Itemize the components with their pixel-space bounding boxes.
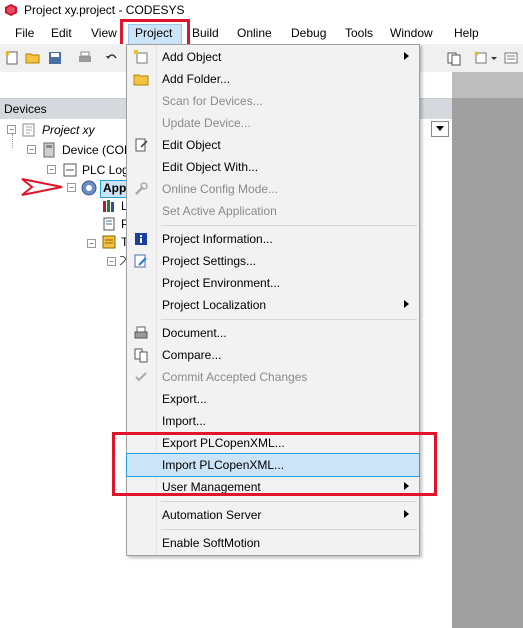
tree-collapse-task[interactable]: − [107,257,116,266]
copy-object-icon[interactable] [446,50,462,66]
menu-item-label: Automation Server [162,508,262,522]
printer-icon [134,326,148,339]
menu-build[interactable]: Build [192,26,219,40]
add-object-icon [133,49,148,64]
submenu-arrow-icon [404,300,409,308]
menu-item-label: Project Localization [162,298,267,312]
menu-item-label: Compare... [162,348,222,362]
menu-item-label: Project Settings... [162,254,257,268]
menu-item-scan-for-devices[interactable]: Scan for Devices... [127,90,419,112]
tree-line [12,134,13,148]
menu-help[interactable]: Help [454,26,479,40]
menu-item-project-information[interactable]: Project Information... [127,228,419,250]
device-icon [43,142,55,158]
menu-view[interactable]: View [91,26,117,40]
menu-item-add-folder[interactable]: Add Folder... [127,68,419,90]
plcopenxml-highlight-box [112,432,437,496]
menu-separator [161,501,417,502]
tree-collapse-project[interactable]: − [7,125,16,134]
info-icon [135,233,147,245]
tree-item-application[interactable]: App [103,181,126,195]
menu-item-project-environment[interactable]: Project Environment... [127,272,419,294]
edit-object-icon [135,138,148,152]
menu-debug[interactable]: Debug [291,26,326,40]
panel-dropdown-button[interactable] [431,121,449,137]
add-object-dropdown-icon[interactable] [473,50,489,66]
pointer-arrow-icon [21,178,63,196]
menu-item-label: Add Object [162,50,222,64]
menu-item-label: Edit Object [162,138,221,152]
editor-tab-strip [452,72,523,98]
menu-item-label: Import... [162,414,207,428]
menu-item-automation-server[interactable]: Automation Server [127,504,419,526]
menu-separator [161,319,417,320]
menu-item-edit-object-with[interactable]: Edit Object With... [127,156,419,178]
save-icon[interactable] [47,50,63,66]
tree-collapse-application[interactable]: − [67,183,76,192]
submenu-arrow-icon [404,510,409,518]
menu-item-label: Scan for Devices... [162,94,263,108]
menu-item-label: Commit Accepted Changes [162,370,308,384]
menu-item-export[interactable]: Export... [127,388,419,410]
menu-bar: File Edit View Project Build Online Debu… [0,22,523,44]
menu-item-project-settings[interactable]: Project Settings... [127,250,419,272]
tree-collapse-plc-logic[interactable]: − [47,165,56,174]
application-gear-icon [81,180,97,196]
menu-item-label: Enable SoftMotion [162,536,261,550]
menu-item-label: Update Device... [162,116,251,130]
chevron-down-icon [436,126,444,131]
title-bar: Project xy.project - CODESYS [0,0,523,22]
menu-item-import[interactable]: Import... [127,410,419,432]
undo-icon[interactable] [104,50,120,66]
menu-separator [161,529,417,530]
menu-edit[interactable]: Edit [51,26,72,40]
menu-item-update-device[interactable]: Update Device... [127,112,419,134]
codesys-app-icon [5,4,17,16]
pou-icon [103,217,115,231]
menu-item-label: Online Config Mode... [162,182,279,196]
wrench-icon [135,182,148,195]
menu-item-add-object[interactable]: Add Object [127,46,419,68]
menu-item-label: Export... [162,392,207,406]
menu-online[interactable]: Online [237,26,272,40]
tree-collapse-device[interactable]: − [27,145,36,154]
menu-item-document[interactable]: Document... [127,322,419,344]
tree-item-project[interactable]: Project xy [42,123,95,137]
library-manager-icon [103,200,114,212]
menu-item-online-config-mode[interactable]: Online Config Mode... [127,178,419,200]
menu-tools[interactable]: Tools [345,26,373,40]
menu-item-label: Project Environment... [162,276,281,290]
tree-collapse-task-config[interactable]: − [87,239,96,248]
menu-file[interactable]: File [15,26,34,40]
menu-item-label: Document... [162,326,227,340]
open-project-icon[interactable] [25,50,41,66]
menu-separator [161,225,417,226]
submenu-arrow-icon [404,52,409,60]
task-configuration-icon [102,235,116,249]
chevron-down-icon[interactable] [490,50,498,66]
menu-window[interactable]: Window [390,26,433,40]
devices-panel-title: Devices [4,102,47,116]
menu-item-label: Set Active Application [162,204,277,218]
menu-item-label: Add Folder... [162,72,231,86]
compare-icon [134,348,148,363]
menu-item-compare[interactable]: Compare... [127,344,419,366]
project-icon [22,123,35,137]
menu-item-commit-accepted-changes[interactable]: Commit Accepted Changes [127,366,419,388]
print-icon[interactable] [77,50,93,66]
new-project-icon[interactable] [4,50,20,66]
editor-area [452,72,523,628]
folder-icon [133,74,149,86]
toolbar-options-icon[interactable] [503,50,519,66]
settings-icon [134,254,147,268]
menu-item-enable-softmotion[interactable]: Enable SoftMotion [127,532,419,554]
window-title: Project xy.project - CODESYS [24,3,185,17]
plc-logic-icon [63,163,77,177]
menu-item-label: Project Information... [162,232,273,246]
menu-item-label: Edit Object With... [162,160,259,174]
commit-icon [135,372,147,382]
menu-item-set-active-application[interactable]: Set Active Application [127,200,419,222]
menu-item-edit-object[interactable]: Edit Object [127,134,419,156]
menu-item-project-localization[interactable]: Project Localization [127,294,419,316]
